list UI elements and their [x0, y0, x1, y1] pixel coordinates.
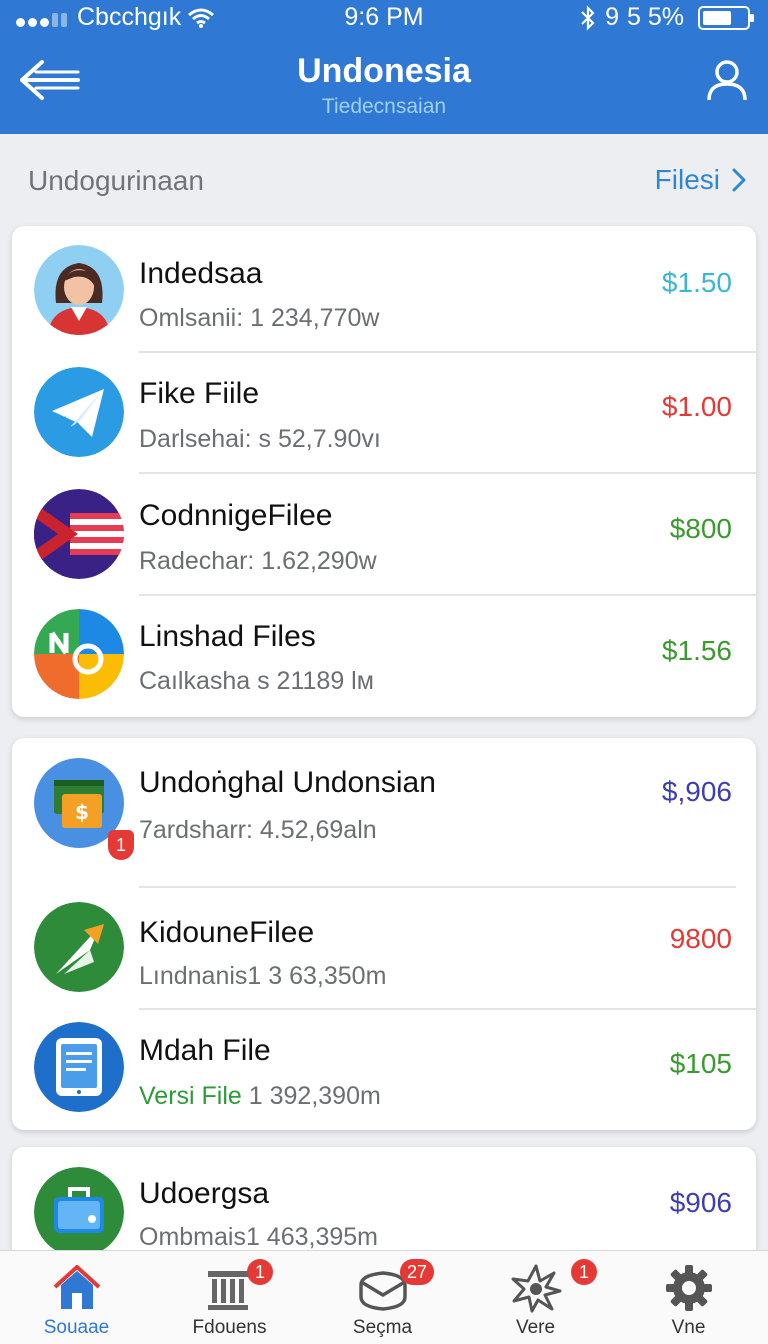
item-name: Undoṅghal Undonsian	[139, 766, 436, 799]
item-price: $1.50	[661, 267, 732, 298]
page-title: Undonesia	[297, 52, 471, 90]
tab-badge: 1	[247, 1259, 273, 1285]
item-meta-prefix: Versi File	[139, 1082, 242, 1110]
item-name: Linshad Files	[139, 620, 316, 653]
file-group-card: Indedsaa Omlsanii: 1 234,770w $1.50 Fike…	[12, 226, 756, 717]
list-item[interactable]: Linshad Files Caılkasha s 21189 lм $1.56	[12, 597, 756, 717]
item-name: Fike Fiile	[139, 377, 260, 410]
battery-icon	[698, 5, 754, 30]
divider	[139, 594, 756, 596]
item-meta: 7ardsharr: 4.52,69aln	[139, 816, 377, 844]
item-meta: Lındnanis1 3 63,350m	[139, 962, 387, 990]
tab-documents[interactable]: 1 Fdouens	[153, 1251, 306, 1344]
bluetooth-icon	[581, 4, 595, 31]
item-icon-badge: 1	[108, 830, 134, 860]
item-meta: Ombmais1 463,395m	[139, 1223, 379, 1251]
item-name: KidouneFilee	[139, 916, 315, 949]
item-price: $,906	[661, 776, 732, 807]
home-icon	[53, 1265, 101, 1309]
bottom-tab-bar: Souaae 1 Fdouens 27 Seçma 1 Vere Vne	[0, 1250, 768, 1344]
file-group-card: $ 1 Undoṅghal Undonsian 7ardsharr: 4.52,…	[12, 738, 756, 1130]
item-price: $906	[669, 1187, 732, 1218]
item-meta: Radechar: 1.62,290w	[139, 547, 377, 575]
star-burst-icon	[511, 1264, 562, 1313]
status-mid: 9	[605, 3, 620, 31]
app-header: Cbcchgık 9:6 PM 9 5 5% Undonesia Tiedecn…	[0, 0, 768, 134]
avatar-icon	[34, 245, 124, 335]
tab-activity[interactable]: 1 Vere	[459, 1251, 612, 1344]
item-meta: Omlsanii: 1 234,770w	[139, 304, 380, 332]
list-item[interactable]: Fike Fiile Darlsehai: s 52,7.90vı $1.00	[12, 353, 756, 474]
list-item[interactable]: CodnnigeFilee Radechar: 1.62,290w $800	[12, 475, 756, 596]
briefcase-icon	[34, 1167, 124, 1257]
tab-home[interactable]: Souaae	[0, 1251, 153, 1344]
chevron-right-icon	[732, 168, 746, 192]
tab-messages[interactable]: 27 Seçma	[306, 1251, 459, 1344]
item-name: CodnnigeFilee	[139, 499, 333, 532]
tab-badge: 27	[400, 1259, 435, 1285]
item-meta: Caılkasha s 21189 lм	[139, 667, 374, 695]
tab-label: Fdouens	[192, 1317, 267, 1338]
files-link[interactable]: Filesi	[655, 164, 746, 196]
svg-text:$: $	[75, 800, 89, 824]
item-name: Udoergsa	[139, 1177, 270, 1210]
no-logo-icon	[34, 609, 124, 699]
item-price: $800	[669, 513, 732, 544]
arrow-leaf-icon	[34, 902, 124, 992]
tablet-icon	[34, 1022, 124, 1112]
list-item[interactable]: Udoergsa Ombmais1 463,395m $906	[12, 1147, 756, 1267]
paper-plane-icon	[34, 367, 124, 457]
item-meta: Versi File 1 392,390m	[139, 1082, 381, 1111]
profile-icon[interactable]	[706, 58, 748, 102]
item-price: $1.56	[661, 635, 732, 666]
flag-icon	[34, 489, 124, 579]
battery-percent: 5 5%	[627, 3, 684, 31]
tab-label: Vne	[671, 1317, 706, 1338]
list-item[interactable]: KidouneFilee Lındnanis1 3 63,350m 9800	[12, 890, 756, 1010]
tab-label: Vere	[515, 1317, 556, 1338]
item-name: Indedsaa	[139, 257, 263, 290]
divider	[139, 886, 736, 888]
item-price: $1.00	[661, 391, 732, 422]
divider	[139, 472, 756, 474]
item-meta-value: 1 392,390m	[241, 1082, 381, 1110]
tab-settings[interactable]: Vne	[612, 1251, 765, 1344]
item-price: 9800	[669, 923, 732, 954]
page-subtitle: Tiedecnsaian	[321, 95, 447, 118]
tab-label: Seçma	[352, 1317, 413, 1338]
gear-icon	[666, 1265, 712, 1311]
status-bar: Cbcchgık 9:6 PM 9 5 5%	[0, 0, 768, 36]
item-name: Mdah File	[139, 1034, 271, 1067]
item-meta: Darlsehai: s 52,7.90vı	[139, 425, 381, 453]
status-right: 9 5 5%	[579, 3, 754, 32]
files-link-label: Filesi	[654, 164, 720, 195]
list-item[interactable]: Mdah File Versi File 1 392,390m $105	[12, 1010, 756, 1130]
item-price: $105	[669, 1048, 732, 1079]
section-title: Undogurinaan	[28, 165, 204, 196]
tab-badge: 1	[571, 1259, 597, 1285]
list-item[interactable]: Indedsaa Omlsanii: 1 234,770w $1.50	[12, 226, 756, 353]
list-item[interactable]: $ 1 Undoṅghal Undonsian 7ardsharr: 4.52,…	[12, 738, 756, 888]
tab-label: Souaae	[43, 1317, 110, 1338]
section-header: Undogurinaan Filesi	[0, 134, 768, 226]
